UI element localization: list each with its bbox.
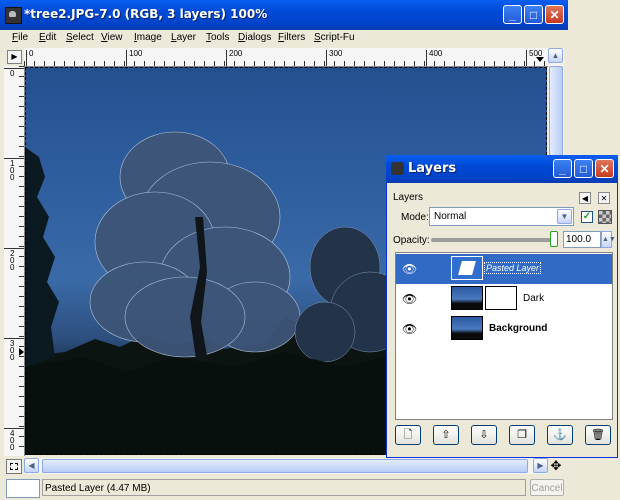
cancel-button[interactable]: Cancel [530,479,564,496]
mode-label: Mode: [401,212,429,223]
horizontal-scrollbar[interactable]: ◀ ▶ [24,458,548,474]
menu-filters[interactable]: Filters [278,32,305,43]
ruler-pointer-icon [536,57,544,62]
close-button[interactable]: ✕ [545,5,564,24]
vertical-ruler[interactable]: 0 100 200 300 400 [4,66,25,456]
eye-icon[interactable]: 👁 [402,322,417,336]
close-tab-icon[interactable]: ✕ [598,192,610,204]
raise-layer-button[interactable]: ⇧ [433,425,459,445]
opacity-slider-handle[interactable] [550,231,558,247]
menu-file[interactable]: File [12,32,28,43]
layers-maximize-button[interactable]: □ [574,159,593,178]
opacity-input[interactable]: 100.0 [563,231,601,248]
menu-select[interactable]: Select [66,32,94,43]
layer-thumbnail [451,256,483,280]
menu-script-fu[interactable]: Script-Fu [314,32,355,43]
layers-close-button[interactable]: ✕ [595,159,614,178]
opacity-spin-button[interactable]: ▲▼ [601,231,616,248]
minimize-button[interactable]: _ [503,5,522,24]
layer-name[interactable]: Dark [523,293,544,304]
layer-name[interactable]: Background [489,323,547,334]
navigate-icon[interactable]: ✥ [548,458,564,474]
ruler-label: 0 [10,69,15,78]
layers-minimize-button[interactable]: _ [553,159,572,178]
menu-dialogs[interactable]: Dialogs [238,32,271,43]
layers-dialog-titlebar[interactable]: Layers _ □ ✕ [386,155,618,183]
layer-list[interactable]: 👁 Pasted Layer 👁 Dark 👁 Background [395,252,613,420]
mode-select[interactable]: Normal ▼ [429,207,574,226]
ruler-label: 300 [10,339,15,362]
menu-edit[interactable]: Edit [39,32,56,43]
maximize-button[interactable]: □ [524,5,543,24]
keep-transparency-checkbox[interactable]: ✓ [581,211,593,223]
ruler-label: 200 [229,49,243,58]
mode-value: Normal [434,211,467,222]
menu-image[interactable]: Image [134,32,162,43]
layers-toolbar: 🗋 ⇧ ⇩ ❐ ⚓ 🗑 [395,425,613,447]
lower-layer-button[interactable]: ⇩ [471,425,497,445]
anchor-layer-button[interactable]: ⚓ [547,425,573,445]
ruler-label: 400 [429,49,443,58]
menu-view[interactable]: View [101,32,123,43]
ruler-pointer-icon [19,348,24,356]
horizontal-ruler[interactable]: 0 100 200 300 400 500 [24,48,548,67]
image-menu-arrow-button[interactable]: ▶ [7,50,22,64]
opacity-slider[interactable] [431,238,553,242]
eye-icon[interactable]: 👁 [402,292,417,306]
opacity-label: Opacity: [393,235,430,246]
status-message: Pasted Layer (4.47 MB) [42,479,526,496]
duplicate-layer-button[interactable]: ❐ [509,425,535,445]
layer-name[interactable]: Pasted Layer [484,262,542,274]
gimp-app-icon[interactable] [5,7,22,24]
layer-mask-thumbnail[interactable] [485,286,517,310]
eye-icon[interactable]: 👁 [402,262,417,276]
layer-row-dark[interactable]: 👁 Dark [396,284,612,314]
scroll-right-button[interactable]: ▶ [533,458,548,473]
image-window-title: *tree2.JPG-7.0 (RGB, 3 layers) 100% [24,7,268,21]
ruler-label: 0 [29,49,34,58]
layer-thumbnail [451,286,483,310]
layers-app-icon [391,162,404,175]
ruler-corner: ▶ [4,48,24,66]
layers-dialog: Layers _ □ ✕ Layers ◀ ✕ Mode: Normal ▼ ✓… [386,155,618,458]
menubar: File Edit Select View Image Layer Tools … [4,30,564,48]
statusbar: Pasted Layer (4.47 MB) Cancel [0,476,568,500]
ruler-label: 200 [10,249,15,272]
tab-menu-icon[interactable]: ◀ [579,192,591,204]
chevron-down-icon[interactable]: ▼ [557,209,572,224]
layer-row-background[interactable]: 👁 Background [396,314,612,344]
scroll-up-button[interactable]: ▲ [548,48,563,63]
layer-row-pasted[interactable]: 👁 Pasted Layer [396,254,612,284]
delete-layer-button[interactable]: 🗑 [585,425,611,445]
scroll-left-button[interactable]: ◀ [24,458,39,473]
horizontal-scroll-thumb[interactable] [42,459,528,473]
menu-layer[interactable]: Layer [171,32,196,43]
layer-thumbnail [451,316,483,340]
ruler-label: 400 [10,429,15,452]
image-window-titlebar[interactable]: *tree2.JPG-7.0 (RGB, 3 layers) 100% _ □ … [0,0,568,30]
ruler-label: 300 [329,49,343,58]
menu-tools[interactable]: Tools [206,32,229,43]
ruler-label: 100 [10,159,15,182]
layers-dialog-title: Layers [408,161,457,176]
transparency-icon [598,210,612,224]
quick-mask-toggle[interactable] [6,459,22,474]
panel-title: Layers [393,192,424,203]
unit-selector[interactable] [6,479,40,498]
new-layer-button[interactable]: 🗋 [395,425,421,445]
ruler-label: 100 [129,49,143,58]
